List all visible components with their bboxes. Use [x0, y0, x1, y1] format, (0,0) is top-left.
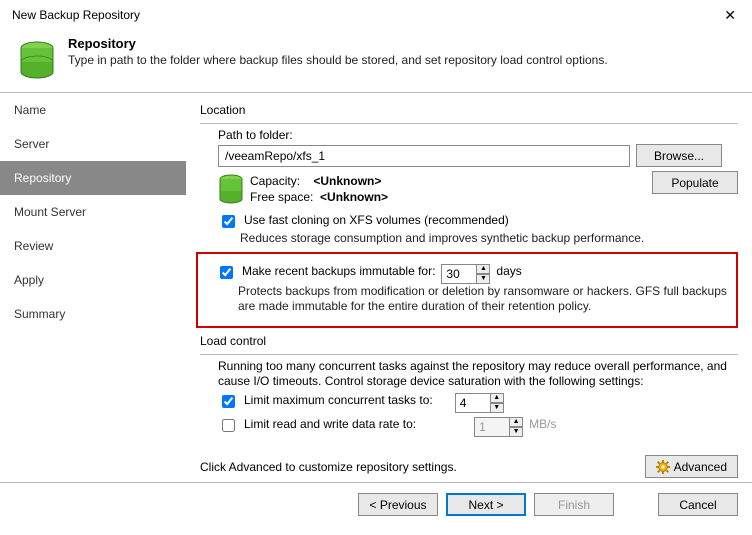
limit-tasks-spin-up[interactable]: ▲ [490, 393, 504, 403]
fast-clone-desc: Reduces storage consumption and improves… [240, 231, 738, 246]
gear-icon [656, 460, 670, 474]
immutable-unit: days [496, 264, 521, 278]
sidebar-item-summary[interactable]: Summary [0, 297, 186, 331]
wizard-footer: < Previous Next > Finish Cancel [0, 483, 752, 526]
advanced-hint: Click Advanced to customize repository s… [200, 460, 457, 474]
immutable-label: Make recent backups immutable for: [242, 264, 435, 278]
limit-tasks-spin-down[interactable]: ▼ [490, 403, 504, 413]
immutable-checkbox[interactable] [220, 266, 233, 279]
wizard-sidebar: Name Server Repository Mount Server Revi… [0, 93, 186, 482]
limit-rate-input [474, 417, 510, 437]
immutable-desc: Protects backups from modification or de… [238, 284, 730, 314]
limit-rate-spin-up: ▲ [509, 417, 523, 427]
sidebar-item-name[interactable]: Name [0, 93, 186, 127]
advanced-button-label: Advanced [674, 460, 727, 474]
immutable-spin-up[interactable]: ▲ [476, 264, 490, 274]
header-title: Repository [68, 36, 608, 51]
immutable-days-input[interactable] [441, 264, 477, 284]
cancel-button[interactable]: Cancel [658, 493, 738, 516]
free-value: <Unknown> [320, 190, 388, 204]
limit-rate-label: Limit read and write data rate to: [244, 417, 416, 431]
immutable-highlight: Make recent backups immutable for: ▲ ▼ d… [196, 252, 738, 328]
advanced-button[interactable]: Advanced [645, 455, 738, 478]
sidebar-item-review[interactable]: Review [0, 229, 186, 263]
populate-button[interactable]: Populate [652, 171, 738, 194]
finish-button: Finish [534, 493, 614, 516]
repository-icon [16, 38, 58, 80]
path-label: Path to folder: [218, 128, 738, 142]
next-button[interactable]: Next > [446, 493, 526, 516]
free-label: Free space: [250, 190, 313, 204]
immutable-spin-down[interactable]: ▼ [476, 274, 490, 284]
fast-clone-checkbox[interactable] [222, 215, 235, 228]
limit-tasks-input[interactable] [455, 393, 491, 413]
content-panel: Location Path to folder: Browse... Capac… [186, 93, 752, 482]
header: Repository Type in path to the folder wh… [0, 28, 752, 93]
fast-clone-label: Use fast cloning on XFS volumes (recomme… [244, 213, 509, 227]
browse-button[interactable]: Browse... [636, 144, 722, 167]
limit-tasks-checkbox[interactable] [222, 395, 235, 408]
close-icon[interactable]: ✕ [718, 6, 742, 24]
header-subtitle: Type in path to the folder where backup … [68, 53, 608, 67]
limit-rate-spin-down: ▼ [509, 427, 523, 437]
previous-button[interactable]: < Previous [358, 493, 438, 516]
location-group-label: Location [200, 103, 738, 117]
sidebar-item-server[interactable]: Server [0, 127, 186, 161]
disk-icon [218, 173, 244, 205]
loadcontrol-group-label: Load control [200, 334, 738, 348]
limit-rate-unit: MB/s [529, 417, 556, 431]
loadcontrol-intro: Running too many concurrent tasks agains… [218, 359, 738, 389]
capacity-label: Capacity: [250, 174, 300, 188]
limit-rate-checkbox[interactable] [222, 419, 235, 432]
sidebar-item-apply[interactable]: Apply [0, 263, 186, 297]
sidebar-item-mount-server[interactable]: Mount Server [0, 195, 186, 229]
sidebar-item-repository[interactable]: Repository [0, 161, 186, 195]
capacity-value: <Unknown> [313, 174, 381, 188]
path-input[interactable] [218, 145, 630, 167]
limit-tasks-label: Limit maximum concurrent tasks to: [244, 393, 433, 407]
titlebar: New Backup Repository ✕ [0, 0, 752, 28]
window-title: New Backup Repository [12, 8, 140, 22]
